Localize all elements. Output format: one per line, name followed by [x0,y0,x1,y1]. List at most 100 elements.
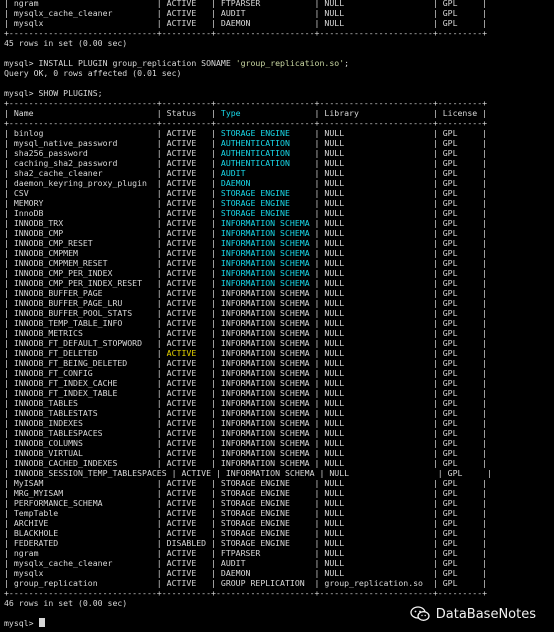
terminal-text: 46 rows in set (0.00 sec) [4,598,128,608]
terminal-text: | NULL | GPL | [289,198,488,208]
terminal-line: | INNODB_BUFFER_PAGE_LRU | ACTIVE | INFO… [4,298,554,308]
terminal-line: | PERFORMANCE_SCHEMA | ACTIVE | STORAGE … [4,498,554,508]
terminal-line: | INNODB_VIRTUAL | ACTIVE | INFORMATION … [4,448,554,458]
terminal-text: | NULL | GPL | [289,148,488,158]
terminal-text: ACTIVE [166,348,197,358]
watermark-text: DataBaseNotes [435,606,536,622]
terminal-text: | INNODB_CACHED_INDEXES | ACTIVE | INFOR… [4,458,488,468]
terminal-text: AUTHENTICATION [220,148,290,158]
terminal-line: Query OK, 0 rows affected (0.01 sec) [4,68,554,78]
terminal-text: | INFORMATION SCHEMA | NULL | GPL | [196,348,488,358]
terminal-text: STORAGE ENGINE [220,198,290,208]
terminal-text: DAEMON [220,178,251,188]
terminal-line: | TempTable | ACTIVE | STORAGE ENGINE | … [4,508,554,518]
terminal-line: | ngram | ACTIVE | FTPARSER | NULL | GPL… [4,0,554,8]
terminal-text: | INNODB_COLUMNS | ACTIVE | INFORMATION … [4,438,488,448]
terminal-text: | INNODB_SESSION_TEMP_TABLESPACES | ACTI… [4,468,492,478]
terminal-text: | INNODB_TABLESTATS | ACTIVE | INFORMATI… [4,408,488,418]
terminal-line: | INNODB_CMP_PER_INDEX_RESET | ACTIVE | … [4,278,554,288]
terminal-text: +------------------------------+--------… [4,588,488,598]
terminal-text: INFORMATION SCHEMA [220,248,310,258]
terminal-text: INFORMATION SCHEMA [220,258,310,268]
terminal-text: | NULL | GPL | [289,128,488,138]
terminal-text: | InnoDB | ACTIVE | [4,208,221,218]
terminal-line: | INNODB_FT_INDEX_CACHE | ACTIVE | INFOR… [4,378,554,388]
terminal-line: | INNODB_FT_DELETED | ACTIVE | INFORMATI… [4,348,554,358]
terminal-line: | INNODB_COLUMNS | ACTIVE | INFORMATION … [4,438,554,448]
terminal-line: | INNODB_SESSION_TEMP_TABLESPACES | ACTI… [4,468,554,478]
terminal-text: | NULL | GPL | [309,268,488,278]
terminal-line: | mysqlx | ACTIVE | DAEMON | NULL | GPL … [4,568,554,578]
terminal-line: | group_replication | ACTIVE | GROUP REP… [4,578,554,588]
terminal-line: | INNODB_BUFFER_POOL_STATS | ACTIVE | IN… [4,308,554,318]
terminal-text: | ARCHIVE | ACTIVE | STORAGE ENGINE | NU… [4,518,488,528]
terminal-text: | INNODB_VIRTUAL | ACTIVE | INFORMATION … [4,448,488,458]
terminal-line: 45 rows in set (0.00 sec) [4,38,554,48]
terminal-output[interactable]: | ngram | ACTIVE | FTPARSER | NULL | GPL… [4,0,554,628]
terminal-line: mysql> SHOW PLUGINS; [4,88,554,98]
terminal-text: | daemon_keyring_proxy_plugin | ACTIVE | [4,178,221,188]
terminal-text: | INNODB_CMP_PER_INDEX | ACTIVE | [4,268,221,278]
terminal-text: | NULL | GPL | [309,248,488,258]
terminal-text: 45 rows in set (0.00 sec) [4,38,128,48]
terminal-text: STORAGE ENGINE [220,128,290,138]
terminal-line: | mysql_native_password | ACTIVE | AUTHE… [4,138,554,148]
terminal-text: | Library | License | [240,108,488,118]
terminal-text: | NULL | GPL | [309,218,488,228]
terminal-text: +------------------------------+--------… [4,98,488,108]
terminal-line: | mysqlx | ACTIVE | DAEMON | NULL | GPL … [4,18,554,28]
terminal-line: | INNODB_FT_BEING_DELETED | ACTIVE | INF… [4,358,554,368]
wechat-icon [410,606,430,621]
terminal-text: | NULL | GPL | [289,158,488,168]
terminal-line: +------------------------------+--------… [4,28,554,38]
terminal-line: | MRG_MYISAM | ACTIVE | STORAGE ENGINE |… [4,488,554,498]
terminal-text: | INNODB_FT_CONFIG | ACTIVE | INFORMATIO… [4,368,488,378]
terminal-text: | sha256_password | ACTIVE | [4,148,221,158]
terminal-text: | INNODB_TABLESPACES | ACTIVE | INFORMAT… [4,428,488,438]
watermark: DataBaseNotes [410,606,536,622]
terminal-text: | mysql_native_password | ACTIVE | [4,138,221,148]
terminal-text: AUTHENTICATION [220,138,290,148]
terminal-text: Type [220,108,241,118]
terminal-text: mysql> INSTALL PLUGIN group_replication … [4,58,236,68]
terminal-text: | NULL | GPL | [309,238,488,248]
terminal-text: | INNODB_BUFFER_PAGE | ACTIVE | INFORMAT… [4,288,488,298]
terminal-text: | binlog | ACTIVE | [4,128,221,138]
terminal-text: | INNODB_BUFFER_PAGE_LRU | ACTIVE | INFO… [4,298,488,308]
terminal-line: | Name | Status | Type | Library | Licen… [4,108,554,118]
terminal-text: | INNODB_TABLES | ACTIVE | INFORMATION S… [4,398,488,408]
terminal-text: | INNODB_BUFFER_POOL_STATS | ACTIVE | IN… [4,308,488,318]
terminal-text: +------------------------------+--------… [4,118,488,128]
terminal-text: | Name | Status | [4,108,221,118]
terminal-text: | BLACKHOLE | ACTIVE | STORAGE ENGINE | … [4,528,488,538]
terminal-line: | INNODB_BUFFER_PAGE | ACTIVE | INFORMAT… [4,288,554,298]
terminal-line: | mysqlx_cache_cleaner | ACTIVE | AUDIT … [4,8,554,18]
terminal-line: | caching_sha2_password | ACTIVE | AUTHE… [4,158,554,168]
terminal-text: STORAGE ENGINE [220,208,290,218]
terminal-text: | group_replication | ACTIVE | GROUP REP… [4,578,488,588]
terminal-text: | sha2_cache_cleaner | ACTIVE | [4,168,221,178]
terminal-text: | INNODB_FT_BEING_DELETED | ACTIVE | INF… [4,358,488,368]
terminal-line: +------------------------------+--------… [4,118,554,128]
terminal-line: mysql> INSTALL PLUGIN group_replication … [4,58,554,68]
terminal-text: | mysqlx_cache_cleaner | ACTIVE | AUDIT … [4,558,488,568]
terminal-text: | ngram | ACTIVE | FTPARSER | NULL | GPL… [4,548,488,558]
terminal-text: INFORMATION SCHEMA [220,218,310,228]
text-cursor [38,618,45,627]
terminal-text: | INNODB_METRICS | ACTIVE | INFORMATION … [4,328,488,338]
terminal-text: | INNODB_INDEXES | ACTIVE | INFORMATION … [4,418,488,428]
terminal-line: | INNODB_CMPMEM | ACTIVE | INFORMATION S… [4,248,554,258]
terminal-text: | INNODB_TRX | ACTIVE | [4,218,221,228]
terminal-text: | INNODB_CMPMEM | ACTIVE | [4,248,221,258]
terminal-text: Query OK, 0 rows affected (0.01 sec) [4,68,182,78]
terminal-text: | MRG_MYISAM | ACTIVE | STORAGE ENGINE |… [4,488,488,498]
terminal-line: | INNODB_FT_CONFIG | ACTIVE | INFORMATIO… [4,368,554,378]
terminal-line: | INNODB_CMP_RESET | ACTIVE | INFORMATIO… [4,238,554,248]
terminal-line: | INNODB_METRICS | ACTIVE | INFORMATION … [4,328,554,338]
terminal-line: | INNODB_CMP | ACTIVE | INFORMATION SCHE… [4,228,554,238]
terminal-line: | MEMORY | ACTIVE | STORAGE ENGINE | NUL… [4,198,554,208]
terminal-text: INFORMATION SCHEMA [220,228,310,238]
terminal-text: | INNODB_CMP | ACTIVE | [4,228,221,238]
terminal-text: | INNODB_FT_INDEX_TABLE | ACTIVE | INFOR… [4,388,488,398]
